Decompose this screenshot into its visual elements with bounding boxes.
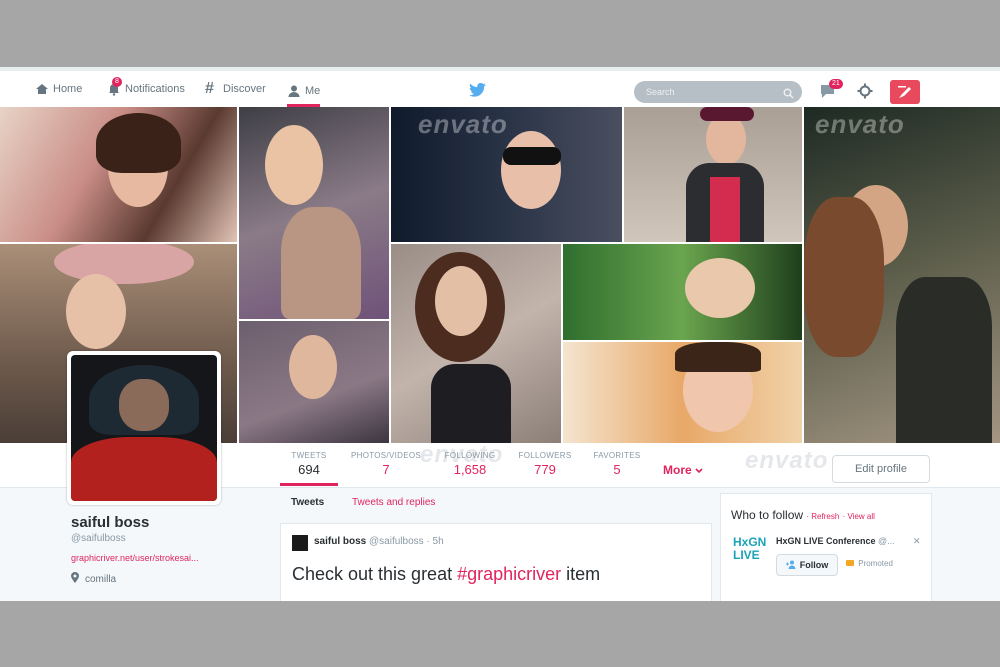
search-input[interactable] xyxy=(644,86,778,98)
collage-photo xyxy=(804,107,1000,443)
more-dropdown[interactable]: More xyxy=(663,463,703,477)
account-handle: @... xyxy=(878,536,895,546)
stat-value: 694 xyxy=(298,462,320,477)
tweet-card[interactable]: saiful boss @saifulboss · 5h Check out t… xyxy=(280,523,712,601)
stat-value: 779 xyxy=(534,462,556,477)
collage-photo xyxy=(239,321,389,443)
collage-photo xyxy=(563,342,802,443)
nav-discover-label: Discover xyxy=(223,83,266,95)
stat-label: FOLLOWERS xyxy=(518,451,572,460)
messages-icon[interactable]: 21 xyxy=(820,79,843,104)
tweet-hashtag[interactable]: #graphicriver xyxy=(457,564,561,584)
more-label: More xyxy=(663,463,692,477)
tweet-header: saiful boss @saifulboss · 5h xyxy=(314,536,444,547)
tweet-text-part: Check out this great xyxy=(292,564,458,584)
compose-tweet-button[interactable] xyxy=(890,80,920,104)
promoted-icon xyxy=(846,560,854,566)
stat-followers[interactable]: FOLLOWERS 779 xyxy=(513,451,577,477)
stat-value: 5 xyxy=(613,462,621,477)
stat-label: FAVORITES xyxy=(593,451,641,460)
profile-name: saiful boss xyxy=(71,514,150,531)
who-to-follow-title: Who to follow · Refresh · View all xyxy=(731,508,875,522)
profile-location: comilla xyxy=(71,572,116,586)
nav-notifications[interactable]: 8 Notifications xyxy=(107,77,185,101)
nav-discover[interactable]: # Discover xyxy=(205,77,266,101)
messages-badge: 21 xyxy=(829,79,843,89)
chevron-down-icon xyxy=(695,463,703,477)
tweet-text: Check out this great #graphicriver item xyxy=(292,564,600,585)
edit-profile-button[interactable]: Edit profile xyxy=(832,455,930,483)
watermark: envato xyxy=(745,447,829,474)
suggested-account-logo[interactable]: HxGN LIVE xyxy=(733,535,767,566)
home-icon xyxy=(35,82,49,96)
stat-tweets[interactable]: TWEETS 694 xyxy=(285,451,333,477)
profile-handle: @saifulboss xyxy=(71,533,126,544)
profile-website-link[interactable]: graphicriver.net/user/strokesai... xyxy=(71,553,199,563)
avatar-photo xyxy=(71,355,217,501)
location-label: comilla xyxy=(85,573,117,585)
collage-photo xyxy=(624,107,802,242)
bell-icon: 8 xyxy=(107,77,122,96)
tweet-author-handle[interactable]: @saifulboss xyxy=(369,536,424,547)
account-name: HxGN LIVE Conference xyxy=(776,536,876,546)
tweet-text-part: item xyxy=(561,564,601,584)
tweet-time[interactable]: · 5h xyxy=(426,536,443,547)
view-all-link[interactable]: View all xyxy=(848,512,875,521)
profile-page: Home 8 Notifications # Discover Me Searc… xyxy=(0,67,1000,601)
logo-text: HxGN LIVE xyxy=(733,535,767,562)
who-to-follow-card: Who to follow · Refresh · View all HxGN … xyxy=(720,493,932,601)
nav-home-label: Home xyxy=(53,83,83,95)
close-icon[interactable]: ✕ xyxy=(913,536,921,547)
active-stat-underline xyxy=(280,483,338,486)
suggested-account-name[interactable]: HxGN LIVE Conference @... xyxy=(776,536,895,546)
avatar[interactable] xyxy=(67,351,221,505)
nav-me[interactable]: Me xyxy=(287,77,321,107)
location-pin-icon xyxy=(71,572,79,586)
who-to-follow-heading: Who to follow xyxy=(731,508,804,522)
search-box[interactable] xyxy=(634,81,802,103)
refresh-link[interactable]: Refresh xyxy=(811,512,839,521)
watermark: envato xyxy=(815,109,905,139)
promoted-text: Promoted xyxy=(858,559,893,568)
compose-icon xyxy=(898,85,913,104)
tweet-author-name[interactable]: saiful boss xyxy=(314,536,366,547)
promoted-label: Promoted xyxy=(846,559,893,568)
stat-favorites[interactable]: FAVORITES 5 xyxy=(589,451,645,477)
twitter-bird-icon[interactable] xyxy=(469,82,486,102)
watermark: envato xyxy=(418,109,508,139)
stat-value: 7 xyxy=(382,462,390,477)
collage-photo xyxy=(563,244,802,340)
person-icon xyxy=(287,84,301,98)
follow-button[interactable]: Follow xyxy=(776,554,838,576)
watermark: envato xyxy=(420,441,504,468)
top-nav: Home 8 Notifications # Discover Me Searc… xyxy=(0,71,1000,107)
collage-photo xyxy=(0,107,237,242)
hash-icon: # xyxy=(205,80,214,97)
tab-tweets[interactable]: Tweets xyxy=(291,497,324,508)
nav-notifications-label: Notifications xyxy=(125,83,185,95)
collage-photo xyxy=(391,244,561,443)
follow-person-icon xyxy=(785,560,796,571)
tab-tweets-and-replies[interactable]: Tweets and replies xyxy=(352,497,435,508)
nav-home[interactable]: Home xyxy=(35,77,82,101)
collage-photo xyxy=(239,107,389,319)
stat-photos-videos[interactable]: PHOTOS/VIDEOS 7 xyxy=(346,451,426,477)
stat-label: PHOTOS/VIDEOS xyxy=(351,451,421,460)
notifications-badge: 8 xyxy=(112,77,122,87)
follow-label: Follow xyxy=(799,560,829,570)
search-icon[interactable] xyxy=(783,86,794,104)
stat-label: TWEETS xyxy=(291,451,327,460)
nav-me-label: Me xyxy=(305,84,321,97)
gear-icon[interactable] xyxy=(857,83,873,104)
tweet-avatar[interactable] xyxy=(292,535,308,551)
